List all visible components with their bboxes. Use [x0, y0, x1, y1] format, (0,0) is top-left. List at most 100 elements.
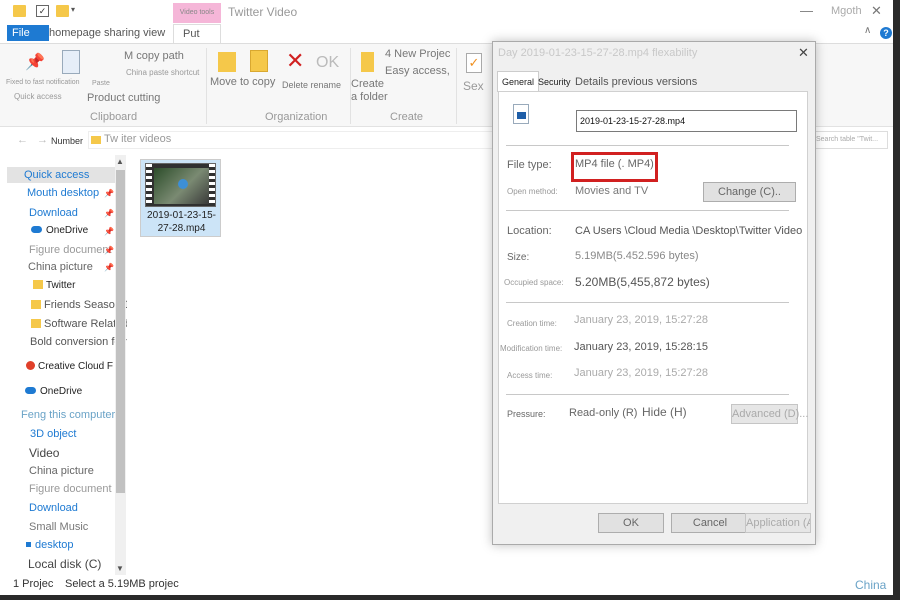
delete-rename-button[interactable]: Delete rename — [282, 80, 341, 90]
open-method-label: Open method: — [507, 187, 558, 196]
sidebar-item-this-pc[interactable]: Feng this computer — [21, 409, 115, 421]
divider — [506, 145, 789, 146]
tab-homepage-sharing-view[interactable]: homepage sharing view — [49, 25, 165, 41]
ok-button[interactable]: OK — [316, 54, 339, 72]
sidebar-item-download[interactable]: Download — [29, 207, 78, 219]
tab-file[interactable]: File — [7, 25, 49, 41]
new-folder-large-icon — [361, 52, 374, 72]
new-project-button[interactable]: 4 New Projec — [385, 48, 450, 60]
sidebar-item-creative-cloud[interactable]: Creative Cloud F — [26, 361, 113, 372]
search-input[interactable]: Search table "Twit... — [812, 131, 888, 149]
recent-locations-label[interactable]: Number — [51, 136, 83, 146]
move-to-copy-button[interactable]: Move to copy — [210, 76, 275, 88]
sidebar-item-conversion[interactable]: Bold conversion format — [30, 336, 127, 348]
paste-shortcut-button[interactable]: China paste shortcut — [126, 68, 199, 77]
pin-icon: 📌 — [104, 246, 114, 255]
attributes-label: Pressure: — [507, 409, 546, 419]
dialog-close-button[interactable]: ✕ — [798, 45, 809, 61]
close-button[interactable]: ✕ — [871, 3, 882, 19]
sidebar-item-desktop-pc[interactable]: desktop — [26, 539, 74, 551]
sidebar-item-label: China picture — [29, 465, 94, 477]
address-path[interactable]: Tw iter videos — [104, 133, 171, 145]
paste-button[interactable]: Paste — [92, 80, 110, 87]
sidebar-item-label: 3D object — [30, 428, 77, 440]
sidebar-item-onedrive-pinned[interactable]: OneDrive — [31, 225, 88, 236]
folder-icon — [31, 319, 41, 328]
sidebar-item-pictures[interactable]: China picture — [28, 261, 93, 273]
clipboard-group-label: Clipboard — [90, 111, 138, 123]
sidebar-item-pictures-pc[interactable]: China picture — [29, 465, 94, 477]
move-to-icon — [218, 52, 236, 72]
cut-button[interactable]: Product cutting — [87, 92, 160, 104]
change-button[interactable]: Change (C).. — [703, 182, 796, 202]
copy-path-button[interactable]: M copy path — [124, 50, 184, 62]
new-folder-icon[interactable] — [56, 5, 69, 17]
tab-details[interactable]: Details previous versions — [571, 73, 701, 91]
video-file-item[interactable]: 2019-01-23-15-27-28.mp4 — [140, 159, 221, 237]
quick-access-label[interactable]: Quick access — [14, 92, 62, 101]
divider — [506, 394, 789, 395]
sidebar-item-documents[interactable]: Figure document — [29, 244, 112, 256]
sidebar-item-quick-access[interactable]: Quick access — [7, 167, 119, 183]
help-icon[interactable]: ? — [880, 27, 892, 39]
cancel-button[interactable]: Cancel — [671, 513, 749, 533]
modification-time-value: January 23, 2019, 15:28:15 — [574, 341, 708, 353]
copy-icon — [62, 50, 80, 74]
create-folder-line2[interactable]: a folder — [351, 91, 388, 103]
copy-to-icon — [250, 50, 268, 72]
back-button[interactable]: ← — [17, 134, 28, 146]
creation-time-value: January 23, 2019, 15:27:28 — [574, 314, 708, 326]
occupied-label: Occupied space: — [504, 278, 564, 287]
sidebar-item-friends[interactable]: Friends Season 1.1 — [31, 299, 127, 311]
sidebar-item-local-disk[interactable]: Local disk (C) — [28, 557, 101, 571]
apply-button[interactable]: Application (A) — [745, 513, 811, 533]
tab-put[interactable]: Put — [173, 24, 221, 43]
scroll-down-icon[interactable]: ▼ — [116, 564, 124, 573]
easy-access-button[interactable]: Easy access, — [385, 65, 450, 77]
sidebar-item-label: Local disk (C) — [28, 557, 102, 571]
size-label: Size: — [507, 252, 530, 263]
ok-button[interactable]: OK — [598, 513, 664, 533]
tab-security[interactable]: Security — [534, 73, 575, 91]
ribbon-separator — [456, 48, 457, 124]
delete-icon: ✕ — [286, 48, 305, 73]
clapper-icon — [517, 112, 526, 119]
folder-icon — [31, 300, 41, 309]
read-only-checkbox[interactable]: Read-only (R) — [569, 407, 637, 419]
sidebar-item-label: Twitter — [46, 280, 76, 291]
properties-button[interactable]: Sex — [463, 79, 484, 93]
location-value: CA Users \Cloud Media \Desktop\Twitter V… — [575, 225, 803, 237]
sidebar-item-twitter[interactable]: Twitter — [33, 280, 75, 291]
hidden-checkbox[interactable]: Hide (H) — [642, 405, 687, 419]
tab-general[interactable]: General — [497, 71, 540, 92]
sidebar-item-3d-objects[interactable]: 3D object — [30, 428, 76, 440]
sidebar-item-software[interactable]: Software Related information — [31, 318, 127, 330]
properties-icon: ✓ — [466, 53, 482, 73]
sidebar-item-documents-pc[interactable]: Figure document — [29, 483, 112, 495]
advanced-button[interactable]: Advanced (D)... — [731, 404, 808, 424]
customize-toolbar-icon[interactable]: ▾ — [71, 5, 84, 17]
collapse-ribbon-icon[interactable]: ∧ — [864, 25, 871, 36]
properties-check-icon[interactable]: ✓ — [36, 5, 49, 17]
forward-button[interactable]: → — [37, 134, 48, 146]
filename-input[interactable]: 2019-01-23-15-27-28.mp4 — [576, 110, 797, 132]
location-label: Location: — [507, 225, 552, 237]
create-folder-line1[interactable]: Create — [351, 78, 384, 90]
scroll-up-icon[interactable]: ▲ — [116, 157, 124, 166]
sidebar-item-desktop[interactable]: Mouth desktop — [27, 187, 99, 199]
sidebar-item-video[interactable]: Video — [29, 446, 59, 460]
folder-icon[interactable] — [13, 5, 26, 17]
dialog-tabs: General Security Details previous versio… — [497, 71, 807, 92]
sidebar-item-onedrive[interactable]: OneDrive — [25, 386, 82, 397]
fixed-to-quick-label[interactable]: Fixed to fast notification — [6, 79, 80, 86]
sidebar-item-download-pc[interactable]: Download — [29, 502, 78, 514]
sidebar-item-label: China picture — [28, 261, 93, 273]
properties-dialog: Day 2019-01-23-15-27-28.mp4 flexability … — [492, 41, 816, 545]
sidebar-item-music[interactable]: Small Music — [29, 521, 88, 533]
minimize-button[interactable]: — — [800, 3, 813, 18]
pin-icon: 📌 — [104, 227, 114, 236]
open-method-value: Movies and TV — [575, 185, 649, 197]
sidebar-scroll-thumb[interactable] — [116, 170, 125, 493]
selection-info: Select a 5.19MB projec — [65, 578, 179, 590]
sidebar-item-label: Small Music — [29, 521, 89, 533]
